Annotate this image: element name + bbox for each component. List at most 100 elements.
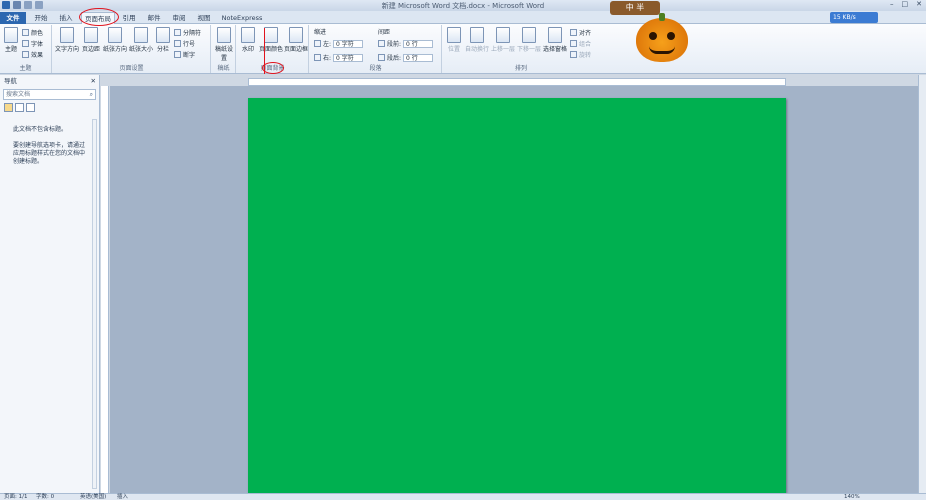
bring-forward-label: 上移一层 (491, 46, 516, 53)
page-borders-label: 页面边框 (284, 46, 309, 53)
bring-forward-button[interactable]: 上移一层 (491, 27, 515, 53)
margins-icon (84, 27, 98, 43)
group-objects-label: 组合 (579, 41, 592, 48)
draft-icon (217, 27, 231, 43)
tab-noteexpress[interactable]: NoteExpress (219, 12, 265, 24)
close-icon[interactable]: ✕ (916, 0, 922, 8)
results-view-icon[interactable] (26, 103, 35, 112)
size-button[interactable]: 纸张大小 (129, 27, 153, 53)
nav-scrollbar[interactable] (92, 119, 97, 489)
tab-view[interactable]: 视图 (193, 12, 215, 24)
page-color-button[interactable]: 页面颜色 (259, 27, 283, 53)
group-label-draft: 稿纸 (217, 65, 230, 72)
align-label: 对齐 (579, 30, 592, 37)
tab-home[interactable]: 开始 (30, 12, 52, 24)
spacing-before-input[interactable]: 0 行 (403, 39, 434, 48)
document-page[interactable] (248, 98, 786, 493)
watermark-label: 水印 (241, 46, 254, 53)
wrap-text-label: 自动换行 (465, 46, 490, 53)
orientation-button[interactable]: 纸张方向 (103, 27, 127, 53)
selection-pane-button[interactable]: 选择窗格 (543, 27, 567, 53)
columns-button[interactable]: 分栏 (155, 27, 171, 53)
nav-view-tabs (4, 103, 95, 112)
status-words[interactable]: 字数: 0 (36, 494, 54, 500)
nav-search-input[interactable]: 搜索文档 ⌕ (3, 89, 96, 100)
spacing-after-icon (378, 54, 385, 61)
close-nav-icon[interactable]: ✕ (91, 75, 96, 87)
spacing-before-icon (378, 40, 385, 47)
themes-icon (4, 27, 18, 43)
hyphenation-label: 断字 (183, 52, 196, 59)
rotate-button[interactable]: 旋转 (570, 50, 591, 59)
window-title: 新建 Microsoft Word 文档.docx - Microsoft Wo… (381, 2, 545, 10)
line-numbers-button[interactable]: 行号 (174, 39, 195, 48)
margins-button[interactable]: 页边距 (81, 27, 101, 53)
breaks-label: 分隔符 (183, 30, 202, 37)
watermark-button[interactable]: 水印 (239, 27, 257, 53)
size-label: 纸张大小 (129, 46, 154, 53)
position-button[interactable]: 位置 (445, 27, 463, 53)
bring-forward-icon (496, 27, 510, 43)
pumpkin-mouth (649, 46, 675, 54)
text-direction-icon (60, 27, 74, 43)
themes-label: 主题 (4, 46, 17, 53)
tab-review[interactable]: 审阅 (168, 12, 190, 24)
navigation-pane: 导航 ✕ 搜索文档 ⌕ 此文档不包含标题。 要创建导航选项卡，请通过应用标题样式… (0, 75, 100, 493)
pumpkin-stem (659, 13, 665, 21)
maximize-icon[interactable]: □ (902, 0, 909, 8)
fonts-button[interactable]: 字体 (22, 39, 43, 48)
colors-button[interactable]: 颜色 (22, 28, 43, 37)
group-arrange: 位置 自动换行 上移一层 下移一层 选择窗格 对齐 组合 旋转 排列 (443, 25, 599, 73)
text-direction-label: 文字方向 (55, 46, 80, 53)
page-borders-icon (289, 27, 303, 43)
tab-mailings[interactable]: 邮件 (143, 12, 165, 24)
minimize-icon[interactable]: – (890, 0, 894, 8)
status-zoom[interactable]: 140% (844, 494, 860, 500)
horizontal-ruler[interactable] (248, 78, 786, 86)
group-label-paragraph: 段落 (369, 65, 382, 72)
rotate-label: 旋转 (579, 52, 592, 59)
group-label-page-setup: 页面设置 (119, 65, 144, 72)
send-backward-button[interactable]: 下移一层 (517, 27, 541, 53)
title-bar: 新建 Microsoft Word 文档.docx - Microsoft Wo… (0, 0, 926, 11)
group-paragraph: 缩进 间距 左: 0 字符 右: 0 字符 段前: 0 行 段后: 0 行 段落 (310, 25, 442, 73)
indent-left-input[interactable]: 0 字符 (333, 39, 364, 48)
annotation-circle-tab (79, 8, 119, 26)
themes-button[interactable]: 主题 (2, 27, 20, 53)
wrap-text-button[interactable]: 自动换行 (465, 27, 489, 53)
indent-right-input[interactable]: 0 字符 (333, 53, 364, 62)
selection-pane-label: 选择窗格 (543, 46, 568, 53)
align-button[interactable]: 对齐 (570, 28, 591, 37)
page-borders-button[interactable]: 页面边框 (284, 27, 308, 53)
line-numbers-label: 行号 (183, 41, 196, 48)
orientation-label: 纸张方向 (103, 46, 128, 53)
hyphenation-button[interactable]: 断字 (174, 50, 195, 59)
margins-label: 页边距 (81, 46, 100, 53)
pages-view-icon[interactable] (15, 103, 24, 112)
status-mode[interactable]: 插入 (117, 494, 128, 500)
spacing-after-input[interactable]: 0 行 (403, 53, 434, 62)
spacing-after-label: 段后: (387, 55, 402, 62)
watermark-icon (241, 27, 255, 43)
tab-insert[interactable]: 插入 (55, 12, 77, 24)
group-objects-button[interactable]: 组合 (570, 39, 591, 48)
page-color-label: 页面颜色 (259, 46, 284, 53)
group-label-arrange: 排列 (514, 65, 527, 72)
size-icon (134, 27, 148, 43)
spacing-before-label: 段前: (387, 41, 402, 48)
draft-settings-button[interactable]: 稿纸设置 (214, 27, 234, 62)
tab-references[interactable]: 引用 (118, 12, 140, 24)
headings-view-icon[interactable] (4, 103, 13, 112)
breaks-button[interactable]: 分隔符 (174, 28, 201, 37)
position-label: 位置 (447, 46, 460, 53)
spacing-heading: 间距 (378, 29, 391, 36)
search-icon[interactable]: ⌕ (90, 90, 93, 99)
vertical-scrollbar[interactable] (918, 75, 926, 493)
status-page[interactable]: 页面: 1/1 (4, 494, 27, 500)
text-direction-button[interactable]: 文字方向 (55, 27, 79, 53)
nav-header: 导航 ✕ (0, 75, 99, 87)
effects-button[interactable]: 效果 (22, 50, 43, 59)
tab-file[interactable]: 文件 (0, 12, 26, 24)
status-language[interactable]: 英语(美国) (80, 494, 106, 500)
send-backward-label: 下移一层 (517, 46, 542, 53)
